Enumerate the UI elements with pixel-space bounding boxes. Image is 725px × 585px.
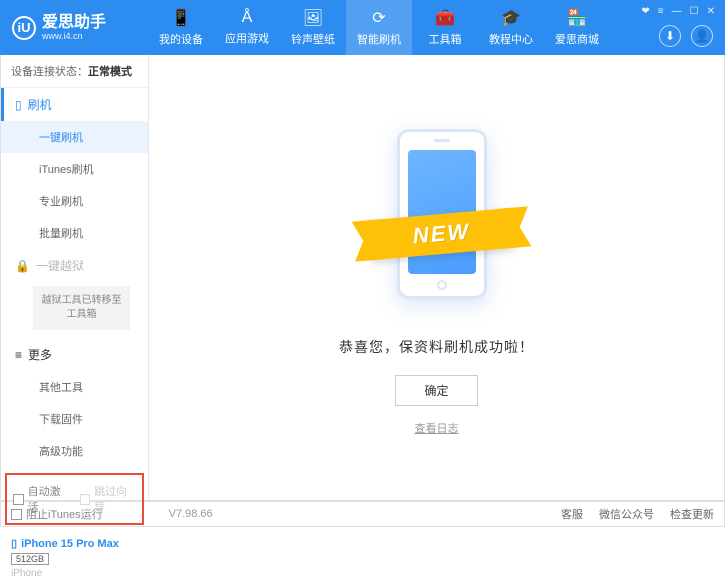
sidebar: 设备连接状态：正常模式 ▯ 刷机 一键刷机 iTunes刷机 专业刷机 批量刷机… — [1, 55, 149, 500]
nav-apps[interactable]: Å应用游戏 — [214, 0, 280, 55]
maximize-button[interactable]: ☐ — [690, 6, 699, 17]
user-icon: 👤 — [695, 29, 710, 43]
success-illustration: NEW — [377, 119, 497, 319]
new-banner: NEW — [411, 219, 470, 250]
menu-other-tools[interactable]: 其他工具 — [1, 371, 148, 403]
menu-one-click-flash[interactable]: 一键刷机 — [1, 121, 148, 153]
nav-store[interactable]: 🏪爱思商城 — [544, 0, 610, 55]
apps-icon: Å — [242, 9, 253, 27]
menu-itunes-flash[interactable]: iTunes刷机 — [1, 153, 148, 185]
window-controls: ❤ ≡ — ☐ ✕ — [641, 6, 715, 17]
phone-icon: ▯ — [15, 98, 22, 112]
title-bar: iU 爱思助手 www.i4.cn 📱我的设备 Å应用游戏 🖼铃声壁纸 ⟳智能刷… — [0, 0, 725, 55]
version-label: V7.98.66 — [169, 508, 213, 520]
checkbox-icon — [13, 494, 24, 505]
menu-download-firmware[interactable]: 下载固件 — [1, 403, 148, 435]
nav-tutorials[interactable]: 🎓教程中心 — [478, 0, 544, 55]
wechat-link[interactable]: 微信公众号 — [599, 506, 654, 522]
app-name: 爱思助手 — [42, 15, 106, 31]
flash-icon: ⟳ — [372, 8, 385, 28]
lock-icon: 🔒 — [15, 259, 30, 273]
confirm-button[interactable]: 确定 — [395, 375, 477, 406]
nav-flash[interactable]: ⟳智能刷机 — [346, 0, 412, 55]
main-content: NEW 恭喜您，保资料刷机成功啦！ 确定 查看日志 — [149, 55, 724, 500]
jailbreak-note: 越狱工具已转移至工具箱 — [33, 286, 130, 330]
tutorial-icon: 🎓 — [501, 8, 521, 28]
view-log-link[interactable]: 查看日志 — [415, 420, 459, 436]
device-name[interactable]: ▯ iPhone 15 Pro Max — [11, 537, 138, 550]
checkbox-icon — [80, 494, 91, 505]
user-button[interactable]: 👤 — [691, 25, 713, 47]
nav-toolbox[interactable]: 🧰工具箱 — [412, 0, 478, 55]
close-button[interactable]: ✕ — [707, 6, 715, 17]
minimize-button[interactable]: — — [672, 6, 682, 17]
connection-status: 设备连接状态：正常模式 — [1, 55, 148, 88]
menu-flash-header[interactable]: ▯ 刷机 — [1, 88, 148, 121]
app-url: www.i4.cn — [42, 31, 106, 41]
block-itunes-checkbox[interactable]: 阻止iTunes运行 — [11, 506, 103, 522]
support-link[interactable]: 客服 — [561, 506, 583, 522]
menu-batch-flash[interactable]: 批量刷机 — [1, 217, 148, 249]
menu-advanced[interactable]: 高级功能 — [1, 435, 148, 467]
storage-badge: 512GB — [11, 553, 49, 565]
download-icon: ⬇ — [665, 29, 675, 43]
device-info: ▯ iPhone 15 Pro Max 512GB iPhone — [1, 531, 148, 585]
menu-icon[interactable]: ≡ — [658, 6, 664, 17]
checkbox-icon — [11, 509, 22, 520]
success-message: 恭喜您，保资料刷机成功啦！ — [339, 337, 534, 357]
menu-more-header[interactable]: ≡ 更多 — [1, 338, 148, 371]
download-button[interactable]: ⬇ — [659, 25, 681, 47]
nav-my-device[interactable]: 📱我的设备 — [148, 0, 214, 55]
menu-jailbreak-header[interactable]: 🔒 一键越狱 — [1, 249, 148, 282]
phone-small-icon: ▯ — [11, 537, 17, 550]
app-logo: iU 爱思助手 www.i4.cn — [0, 15, 148, 41]
update-link[interactable]: 检查更新 — [670, 506, 714, 522]
nav-ringtones[interactable]: 🖼铃声壁纸 — [280, 0, 346, 55]
device-icon: 📱 — [171, 8, 191, 28]
top-nav: 📱我的设备 Å应用游戏 🖼铃声壁纸 ⟳智能刷机 🧰工具箱 🎓教程中心 🏪爱思商城 — [148, 0, 610, 55]
toolbox-icon: 🧰 — [435, 8, 455, 28]
menu-pro-flash[interactable]: 专业刷机 — [1, 185, 148, 217]
device-type: iPhone — [11, 568, 138, 579]
store-icon: 🏪 — [567, 8, 587, 28]
list-icon: ≡ — [15, 348, 22, 362]
wallpaper-icon: 🖼 — [303, 8, 323, 28]
logo-icon: iU — [12, 16, 36, 40]
gift-icon[interactable]: ❤ — [641, 6, 649, 17]
